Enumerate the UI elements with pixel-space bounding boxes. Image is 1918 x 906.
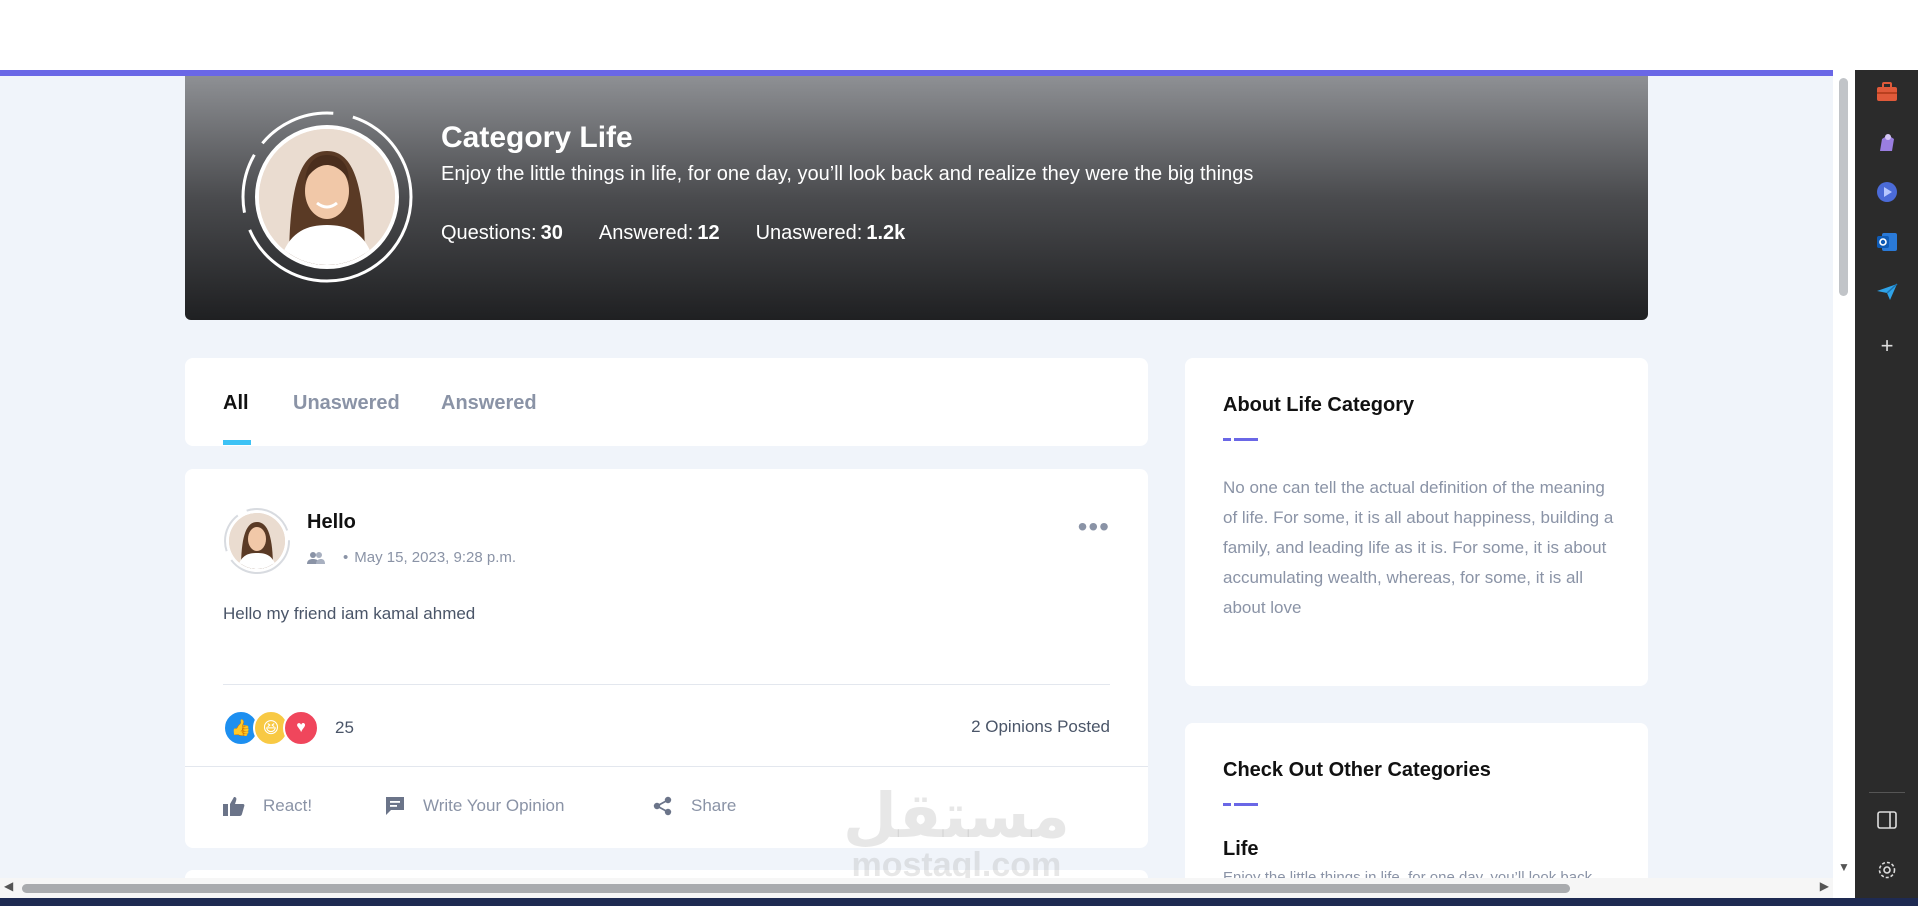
vertical-scrollbar[interactable]: ▼ (1833, 70, 1855, 878)
post-date: May 15, 2023, 9:28 p.m. (354, 549, 517, 566)
page-viewport: Category Life Enjoy the little things in… (0, 70, 1833, 878)
browser-sidebar: + (1855, 70, 1918, 898)
stat-value: 30 (540, 222, 563, 244)
scroll-down-arrow-icon[interactable]: ▼ (1838, 860, 1850, 874)
write-opinion-label: Write Your Opinion (423, 796, 565, 815)
category-title: Category Life (441, 121, 633, 154)
comment-icon (386, 797, 404, 815)
reaction-count: 25 (335, 718, 354, 737)
divider (1869, 792, 1905, 793)
divider (223, 684, 1110, 685)
category-stats: Questions: 30 Answered: 12 Unaswered: 1.2k (441, 222, 905, 245)
stat-value: 1.2k (866, 222, 906, 244)
scrollbar-thumb[interactable] (22, 884, 1570, 893)
stat-value: 12 (697, 222, 720, 244)
sidebar-panel-icon[interactable] (1875, 808, 1899, 832)
stat-label: Questions: (441, 222, 537, 244)
categories-title: Check Out Other Categories (1223, 759, 1491, 781)
scroll-left-arrow-icon[interactable]: ◀ (4, 879, 13, 893)
games-icon[interactable] (1875, 130, 1899, 154)
divider (185, 766, 1148, 767)
post-avatar[interactable] (223, 507, 291, 575)
outlook-icon[interactable] (1875, 230, 1899, 254)
about-title: About Life Category (1223, 394, 1415, 416)
tab-answered[interactable]: Answered (441, 392, 537, 415)
next-post-card (185, 870, 1148, 878)
react-button[interactable]: React! (223, 796, 312, 816)
taskbar-edge (0, 898, 1918, 906)
more-options-icon[interactable]: ••• (1078, 511, 1110, 543)
question-post: Hello • May 15, 2023, 9:28 p.m. ••• Hell… (185, 469, 1148, 848)
tab-unanswered[interactable]: Unaswered (293, 392, 400, 415)
reaction-summary[interactable]: 👍 😆 ♥ 25 (223, 710, 354, 746)
settings-gear-icon[interactable] (1875, 858, 1899, 882)
stat-label: Unaswered: (755, 222, 863, 244)
add-icon[interactable]: + (1875, 333, 1899, 358)
scrollbar-thumb[interactable] (1839, 78, 1848, 296)
top-blank-area (0, 0, 1918, 70)
users-icon (307, 551, 325, 564)
love-reaction-icon: ♥ (283, 710, 319, 746)
share-button[interactable]: Share (653, 796, 736, 816)
category-item-desc: Enjoy the little things in life, for one… (1223, 869, 1593, 878)
stat-unanswered: Unaswered: 1.2k (756, 222, 906, 245)
question-tabs: All Unaswered Answered (185, 358, 1148, 446)
category-hero: Category Life Enjoy the little things in… (185, 76, 1648, 320)
briefcase-icon[interactable] (1875, 80, 1899, 104)
title-accent (1223, 803, 1258, 806)
copilot-icon[interactable] (1875, 180, 1899, 204)
title-accent (1223, 438, 1258, 441)
about-text: No one can tell the actual definition of… (1223, 478, 1614, 617)
avatar-image (229, 513, 285, 569)
share-icon (653, 796, 672, 816)
post-meta: • May 15, 2023, 9:28 p.m. (307, 549, 516, 566)
about-category-card: About Life Category No one can tell the … (1185, 358, 1648, 686)
meta-dot: • (343, 549, 349, 566)
post-author[interactable]: Hello (307, 511, 356, 534)
category-avatar (240, 110, 414, 284)
tab-all[interactable]: All (223, 392, 249, 415)
active-tab-indicator (223, 440, 251, 445)
share-label: Share (691, 796, 737, 815)
stat-answered: Answered: 12 (599, 222, 720, 245)
stat-label: Answered: (598, 222, 694, 244)
react-label: React! (263, 796, 313, 815)
avatar-image (255, 125, 399, 269)
horizontal-scrollbar[interactable]: ◀ ▶ (0, 878, 1833, 898)
other-categories-card: Check Out Other Categories Life Enjoy th… (1185, 723, 1648, 878)
scroll-right-arrow-icon[interactable]: ▶ (1820, 879, 1829, 893)
write-opinion-button[interactable]: Write Your Opinion (385, 796, 564, 816)
category-item-life[interactable]: Life (1223, 838, 1259, 861)
stat-questions: Questions: 30 (441, 222, 563, 245)
category-subtitle: Enjoy the little things in life, for one… (441, 163, 1254, 185)
send-icon[interactable] (1875, 280, 1899, 304)
post-body: Hello my friend iam kamal ahmed (223, 604, 476, 623)
thumbs-up-icon (223, 797, 245, 816)
opinions-count[interactable]: 2 Opinions Posted (971, 717, 1110, 737)
